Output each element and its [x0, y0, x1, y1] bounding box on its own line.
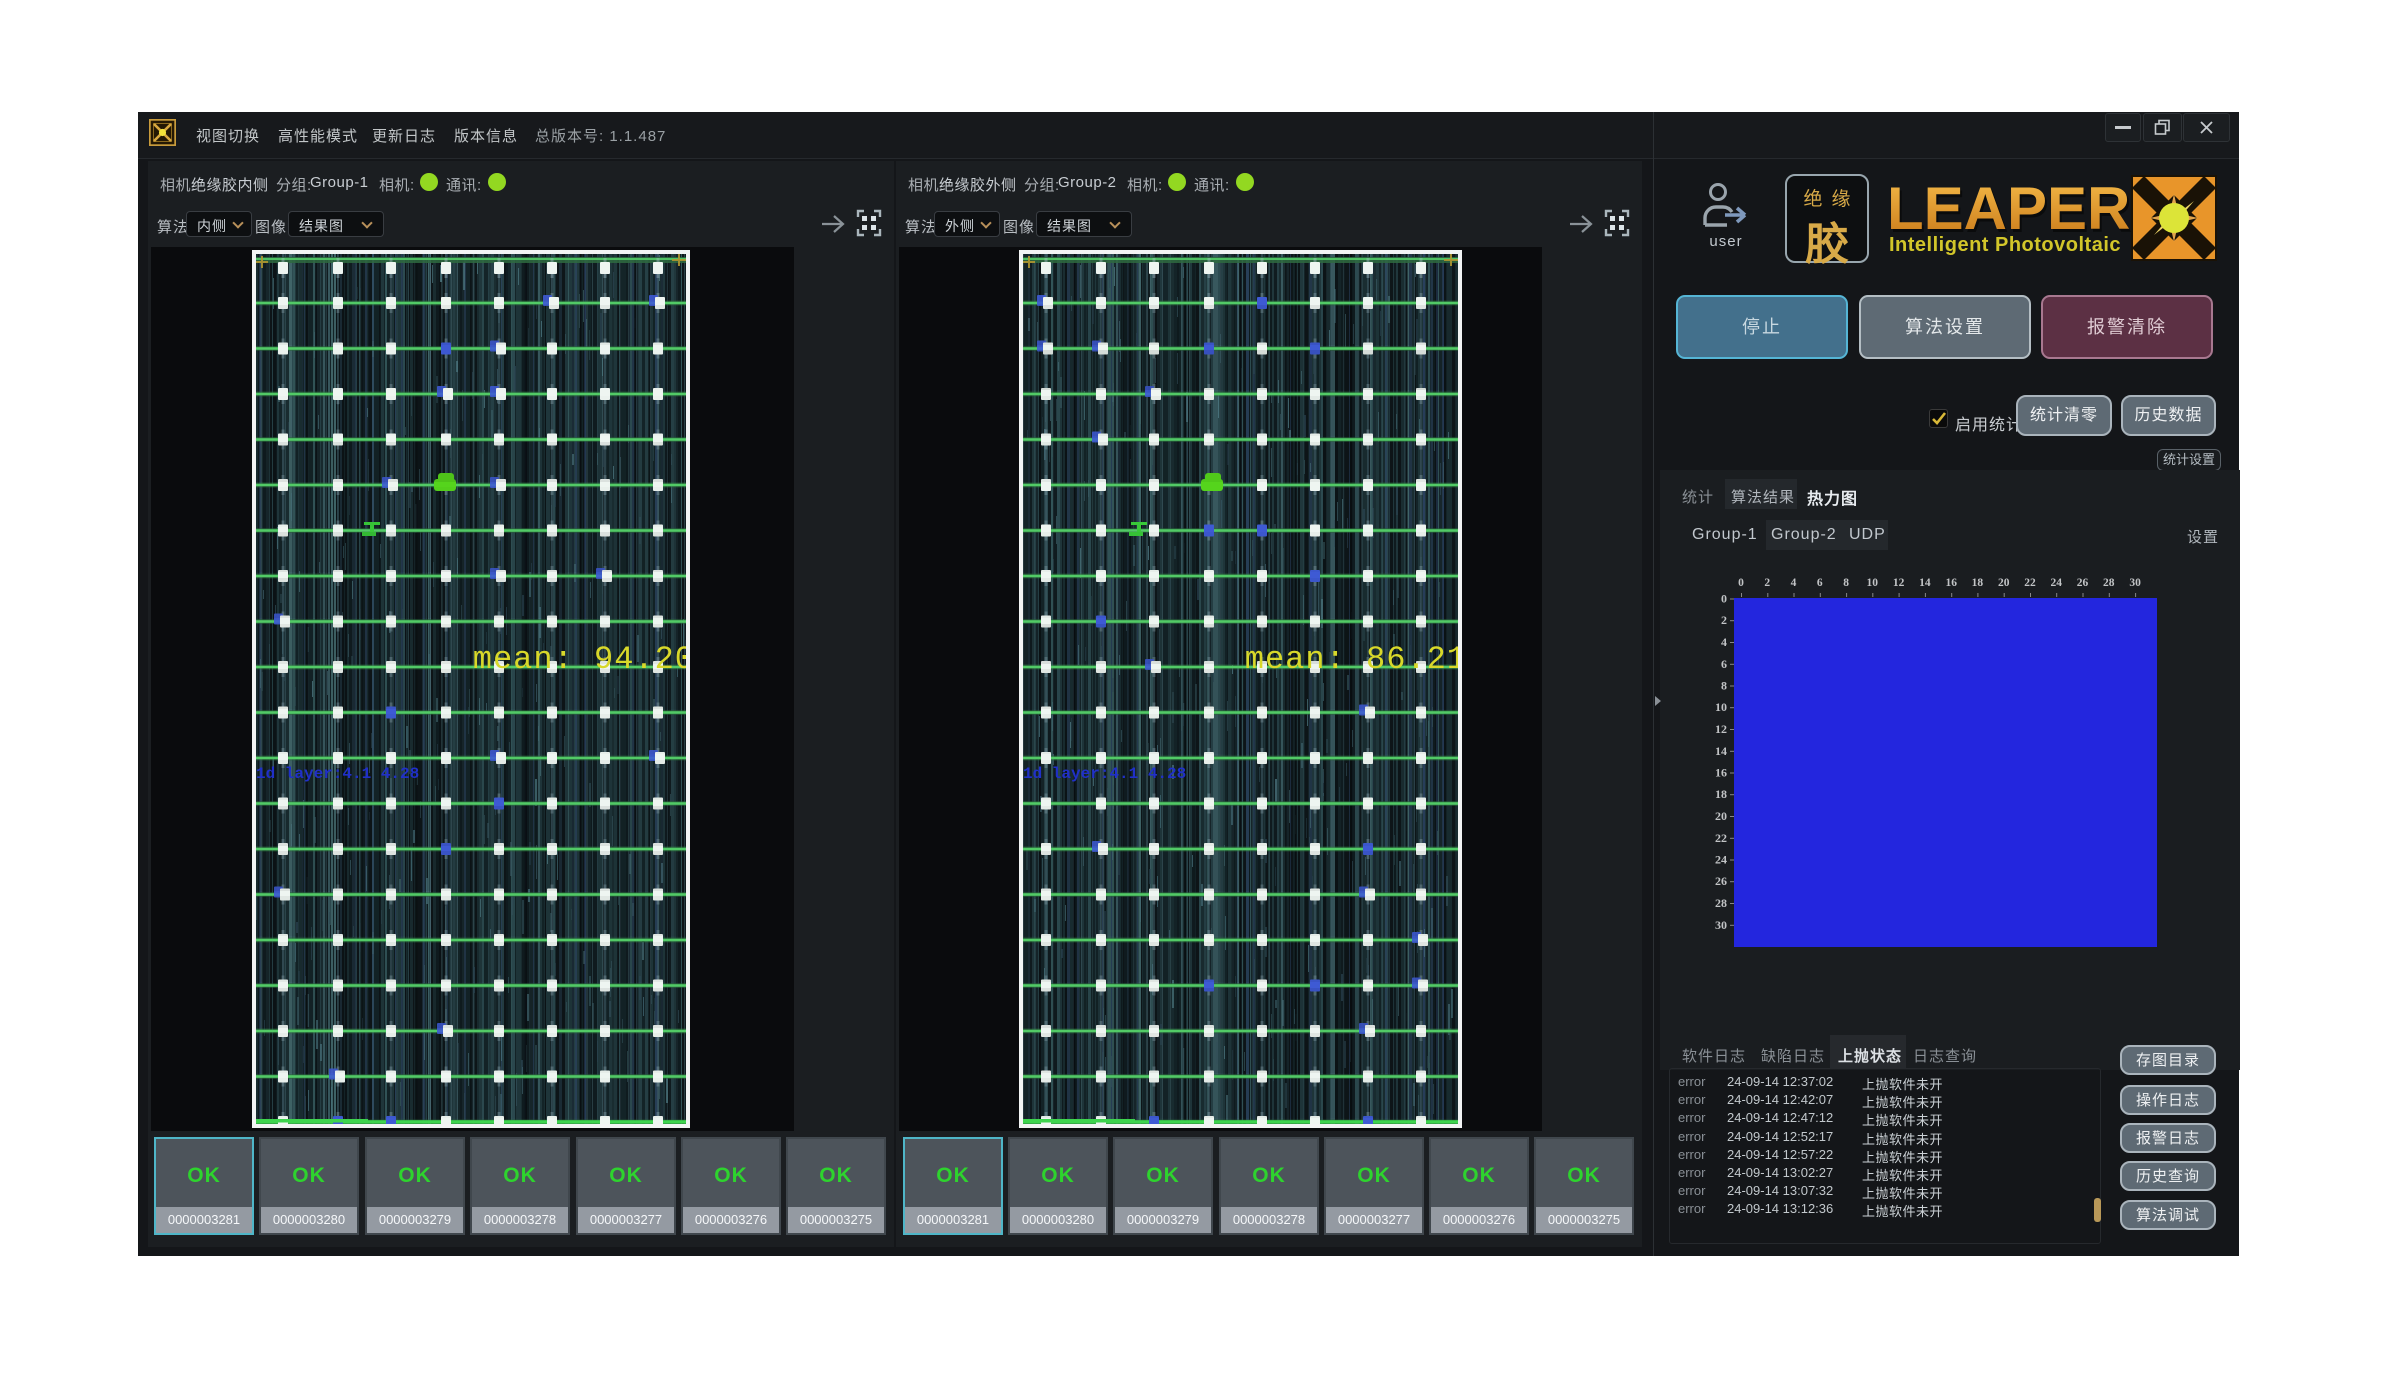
svg-text:mean: 94.20: mean: 94.20 — [473, 641, 690, 678]
svg-text:20: 20 — [1998, 577, 2010, 589]
svg-text:18: 18 — [1715, 787, 1727, 801]
svg-text:14: 14 — [1919, 577, 1931, 589]
svg-text:4: 4 — [1721, 635, 1727, 649]
svg-text:10: 10 — [1867, 577, 1879, 589]
svg-text:1d layer:4.1 4.28: 1d layer:4.1 4.28 — [1023, 765, 1186, 783]
svg-text:10: 10 — [1715, 700, 1727, 714]
svg-text:0: 0 — [1738, 577, 1744, 589]
svg-text:18: 18 — [1972, 577, 1984, 589]
svg-text:22: 22 — [2024, 577, 2036, 589]
svg-text:1d layer:4.1 4.28: 1d layer:4.1 4.28 — [256, 765, 419, 783]
svg-text:4: 4 — [1791, 577, 1797, 589]
svg-text:8: 8 — [1721, 679, 1727, 693]
svg-text:6: 6 — [1817, 577, 1823, 589]
svg-text:2: 2 — [1721, 613, 1727, 627]
svg-text:12: 12 — [1715, 722, 1727, 736]
svg-text:28: 28 — [1715, 896, 1727, 910]
svg-text:24: 24 — [1715, 853, 1727, 867]
svg-text:6: 6 — [1721, 657, 1727, 671]
svg-text:16: 16 — [1945, 577, 1957, 589]
svg-text:30: 30 — [1715, 918, 1727, 932]
svg-text:16: 16 — [1715, 766, 1727, 780]
svg-text:20: 20 — [1715, 809, 1727, 823]
svg-text:26: 26 — [1715, 874, 1727, 888]
svg-text:28: 28 — [2103, 577, 2115, 589]
svg-text:14: 14 — [1715, 744, 1727, 758]
svg-text:8: 8 — [1843, 577, 1849, 589]
svg-text:mean: 86.21: mean: 86.21 — [1245, 641, 1462, 678]
svg-text:2: 2 — [1764, 577, 1770, 589]
svg-text:0: 0 — [1721, 592, 1727, 606]
svg-text:26: 26 — [2077, 577, 2089, 589]
svg-text:12: 12 — [1893, 577, 1905, 589]
svg-text:22: 22 — [1715, 831, 1727, 845]
svg-text:24: 24 — [2050, 577, 2062, 589]
svg-text:30: 30 — [2129, 577, 2141, 589]
